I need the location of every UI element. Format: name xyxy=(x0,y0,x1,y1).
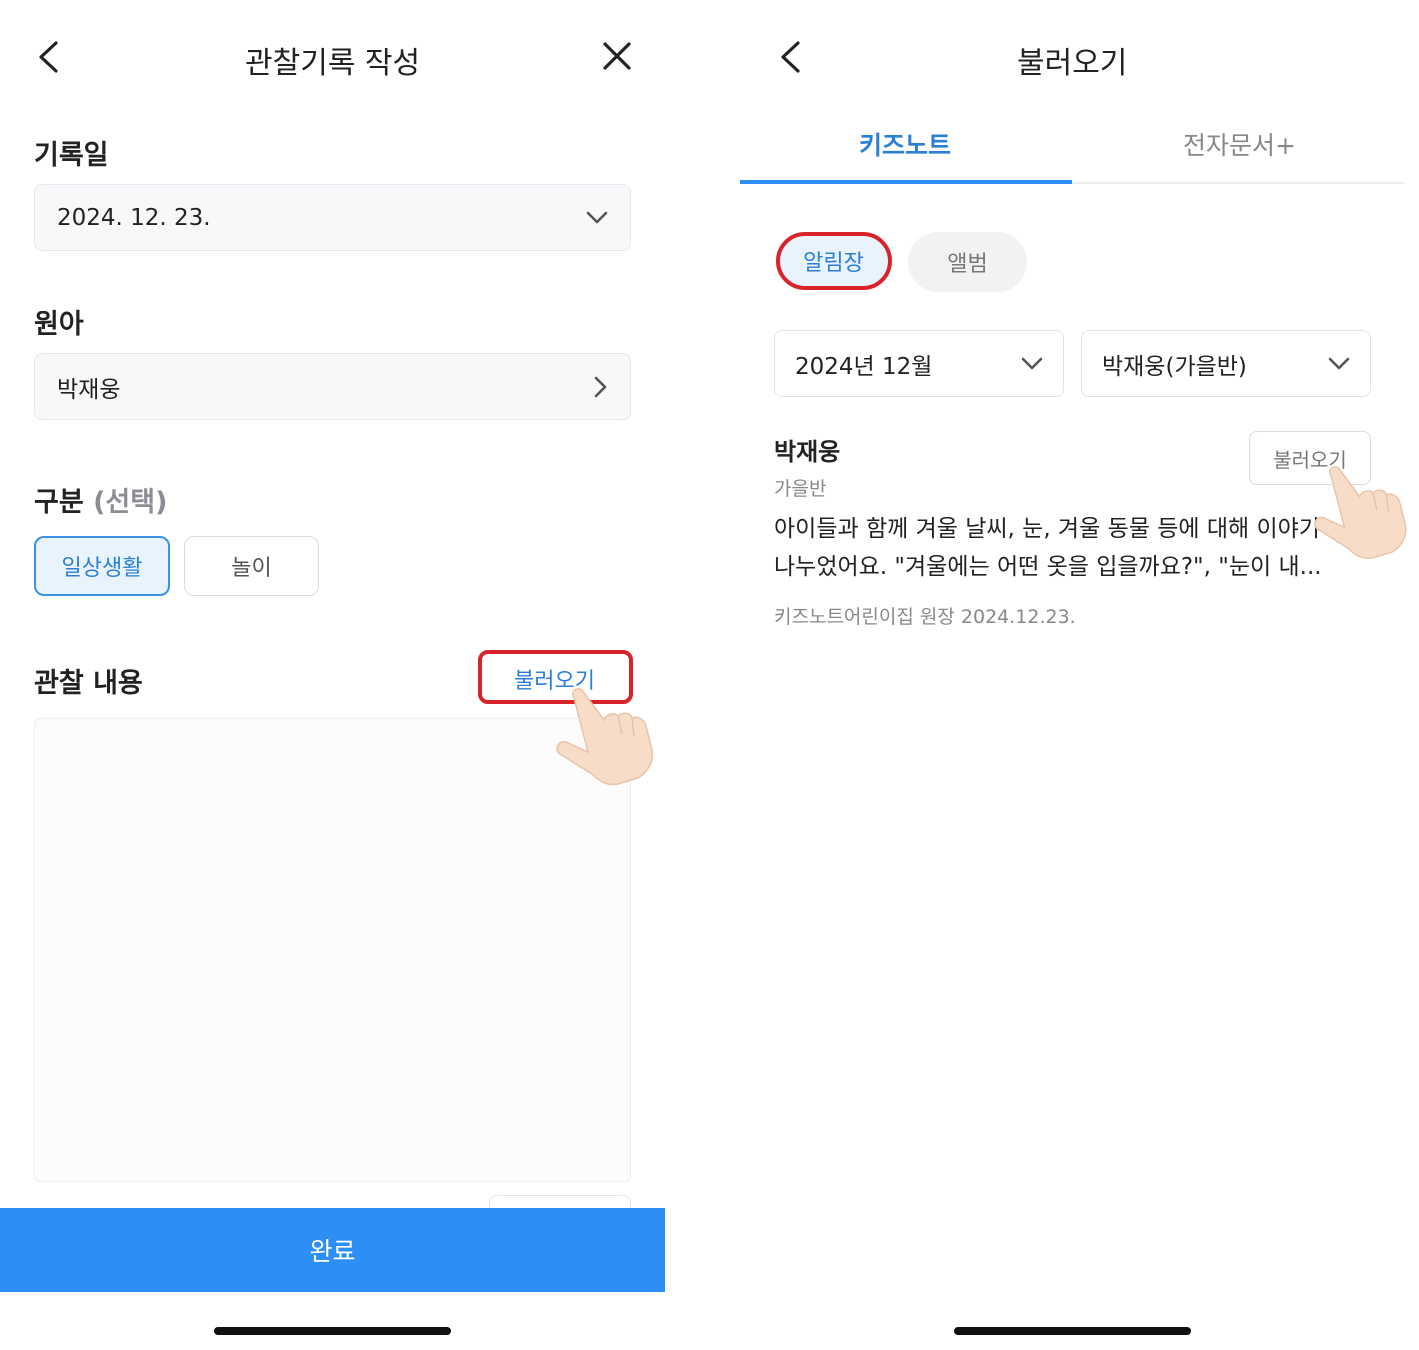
date-select[interactable]: 2024. 12. 23. xyxy=(34,184,631,251)
done-button[interactable]: 완료 xyxy=(0,1208,665,1292)
entry-class: 가을반 xyxy=(774,478,827,500)
entry-text-line-2: 나누었어요. "겨울에는 어떤 옷을 입을까요?", "눈이 내... xyxy=(774,554,1322,580)
child-value: 박재웅 xyxy=(57,376,121,403)
content-label: 관찰 내용 xyxy=(34,668,143,699)
entry-text-line-1: 아이들과 함께 겨울 날씨, 눈, 겨울 동물 등에 대해 이야기 xyxy=(774,516,1320,542)
date-label: 기록일 xyxy=(34,140,109,171)
chevron-down-icon xyxy=(586,211,608,225)
chevron-down-icon xyxy=(1021,357,1043,371)
date-value: 2024. 12. 23. xyxy=(57,204,211,231)
tab-kidsnote[interactable]: 키즈노트 xyxy=(859,126,951,162)
category-chip-daily[interactable]: 일상생활 xyxy=(34,536,170,596)
chevron-down-icon xyxy=(1328,357,1350,371)
content-textarea[interactable] xyxy=(34,718,631,1182)
entry-date: 2024.12.23. xyxy=(960,606,1076,628)
back-icon[interactable] xyxy=(36,40,62,74)
page-title: 관찰기록 작성 xyxy=(245,46,421,81)
home-indicator xyxy=(954,1327,1191,1335)
chevron-right-icon xyxy=(594,376,608,398)
tab-active-indicator xyxy=(740,180,1072,184)
entry-name: 박재웅 xyxy=(774,438,841,466)
pointing-hand-icon xyxy=(552,680,662,794)
back-icon[interactable] xyxy=(778,40,804,74)
page-title: 불러오기 xyxy=(1017,46,1128,81)
tab-edocument[interactable]: 전자문서+ xyxy=(1183,126,1296,162)
highlight-box xyxy=(776,232,892,290)
child-select-value: 박재웅(가을반) xyxy=(1102,353,1247,380)
category-label: 구분 (선택) xyxy=(34,480,167,519)
child-picker[interactable]: 박재웅 xyxy=(34,353,631,420)
category-label-text: 구분 xyxy=(34,487,84,518)
month-value: 2024년 12월 xyxy=(795,353,933,380)
load-screen: 불러오기 키즈노트 전자문서+ 알림장 앨범 2024년 12월 박재웅(가을반… xyxy=(740,0,1419,1350)
category-optional-text: (선택) xyxy=(93,487,168,518)
filter-album[interactable]: 앨범 xyxy=(908,232,1027,292)
entry-meta: 키즈노트어린이집 원장 2024.12.23. xyxy=(774,602,1076,629)
write-observation-screen: 관찰기록 작성 기록일 2024. 12. 23. 원아 박재웅 구분 (선택)… xyxy=(0,0,665,1350)
child-select[interactable]: 박재웅(가을반) xyxy=(1081,330,1371,397)
home-indicator xyxy=(214,1327,451,1335)
pointing-hand-icon xyxy=(1310,456,1415,570)
child-label: 원아 xyxy=(34,309,84,340)
entry-author: 키즈노트어린이집 원장 xyxy=(774,606,955,628)
category-chip-play[interactable]: 놀이 xyxy=(184,536,319,596)
month-select[interactable]: 2024년 12월 xyxy=(774,330,1064,397)
close-icon[interactable] xyxy=(602,41,632,71)
